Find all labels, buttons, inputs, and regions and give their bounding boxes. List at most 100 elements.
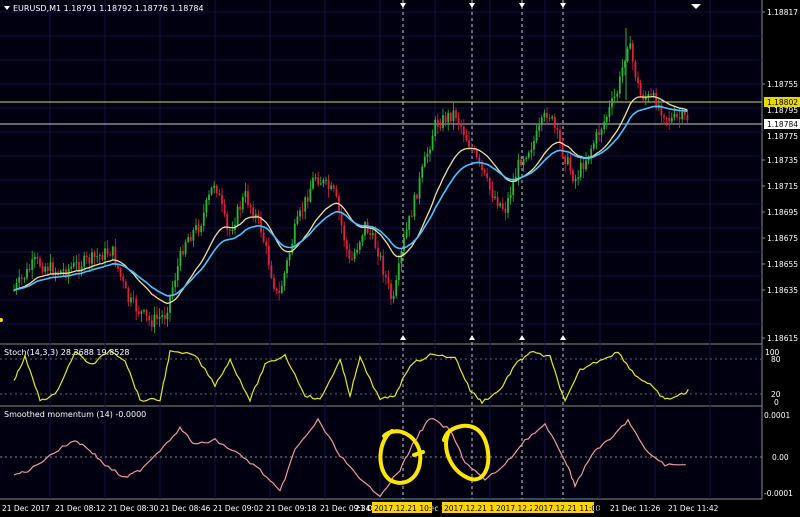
- stoch-label: 0: [774, 398, 779, 407]
- candle-body: [218, 193, 221, 195]
- candle-body: [681, 111, 684, 120]
- candle-body: [592, 143, 595, 149]
- candle-body: [462, 126, 465, 136]
- candle-body: [330, 185, 333, 190]
- candle-body: [639, 82, 642, 96]
- candle-body: [119, 268, 122, 277]
- candle-body: [46, 266, 49, 271]
- candle-body: [249, 205, 252, 208]
- candle-body: [377, 247, 379, 257]
- candle-body: [455, 110, 457, 118]
- candle-body: [213, 185, 216, 188]
- candle-body: [197, 225, 200, 233]
- price-label: 1.18675: [767, 234, 798, 243]
- candle-body: [616, 93, 619, 97]
- candle-body: [192, 230, 195, 241]
- candle-body: [231, 230, 234, 232]
- candle-body: [166, 312, 169, 320]
- candle-body: [364, 221, 366, 236]
- time-highlight: 2017.12.21 10:11: [372, 502, 441, 513]
- candle-body: [429, 149, 431, 154]
- symbol-header: EURUSD,M1 1.18791 1.18792 1.18776 1.1878…: [13, 4, 204, 13]
- candle-body: [423, 156, 426, 167]
- candle-body: [208, 194, 210, 200]
- candle-body: [62, 269, 65, 271]
- candle-body: [26, 268, 28, 279]
- candle-body: [512, 181, 515, 195]
- candle-body: [673, 113, 676, 118]
- candle-body: [509, 194, 512, 198]
- price-axis: [762, 0, 800, 499]
- candle-body: [174, 280, 177, 288]
- candle-body: [117, 265, 119, 269]
- candle-body: [273, 277, 275, 289]
- candle-body: [244, 191, 247, 198]
- candle-body: [252, 207, 255, 218]
- candle-body: [205, 199, 208, 213]
- candle-body: [650, 94, 652, 96]
- candle-body: [283, 273, 286, 286]
- time-label: 21 Dec 08:30: [108, 504, 159, 513]
- candle-body: [312, 177, 314, 189]
- candle-body: [439, 126, 442, 129]
- candle-body: [109, 254, 112, 256]
- stoch-header: Stoch(14,3,3) 28.3688 19.8528: [4, 348, 130, 357]
- candle-body: [70, 266, 73, 269]
- candle-body: [189, 237, 192, 241]
- main-panel[interactable]: [0, 0, 762, 343]
- candle-body: [85, 255, 88, 258]
- candle-body: [215, 185, 218, 194]
- candle-body: [517, 159, 520, 177]
- candle-body: [148, 315, 151, 321]
- candle-body: [156, 314, 158, 319]
- time-label: 21 Dec 08:12: [55, 504, 106, 513]
- candle-body: [306, 197, 309, 202]
- candle-body: [140, 311, 143, 314]
- candle-body: [371, 233, 374, 235]
- candle-body: [114, 246, 117, 266]
- candle-body: [605, 116, 608, 122]
- candle-body: [543, 112, 546, 118]
- svg-text:1.18784: 1.18784: [767, 120, 798, 129]
- candle-body: [143, 310, 145, 312]
- candle-body: [504, 208, 507, 213]
- candle-body: [540, 117, 543, 126]
- candle-body: [296, 216, 299, 224]
- time-label: 21 Dec 11:26: [610, 504, 661, 513]
- price-label: 1.18817: [767, 8, 798, 17]
- candle-body: [572, 170, 574, 182]
- candle-body: [501, 203, 504, 209]
- candle-body: [202, 212, 205, 227]
- candle-body: [265, 241, 268, 246]
- candle-body: [247, 191, 249, 206]
- candle-body: [556, 128, 559, 130]
- candle-body: [483, 169, 486, 174]
- candle-body: [171, 287, 174, 296]
- candle-body: [286, 260, 288, 274]
- candle-body: [382, 255, 385, 275]
- trading-chart[interactable]: EURUSD,M1 1.18791 1.18792 1.18776 1.1878…: [0, 0, 800, 517]
- time-highlight: 2017.12.21 11:06: [532, 502, 601, 513]
- candle-body: [374, 233, 377, 248]
- price-label: 1.18755: [767, 80, 798, 89]
- candle-body: [322, 179, 325, 184]
- time-label: 21 Dec 11:42: [668, 504, 719, 513]
- candle-body: [397, 263, 400, 281]
- candle-body: [325, 179, 327, 181]
- candle-body: [670, 117, 673, 122]
- candle-body: [182, 250, 184, 255]
- candle-body: [538, 125, 541, 131]
- candle-body: [228, 229, 231, 231]
- candle-body: [595, 132, 598, 144]
- candle-body: [345, 240, 348, 250]
- candle-body: [288, 253, 291, 261]
- candle-body: [145, 310, 148, 316]
- candle-body: [39, 258, 41, 267]
- candle-body: [535, 130, 538, 141]
- time-label: 21 Dec 2017: [2, 504, 50, 513]
- candle-body: [405, 229, 408, 238]
- price-label: 1.18655: [767, 260, 798, 269]
- candle-body: [83, 255, 86, 267]
- candle-body: [169, 295, 171, 313]
- candle-body: [577, 177, 580, 179]
